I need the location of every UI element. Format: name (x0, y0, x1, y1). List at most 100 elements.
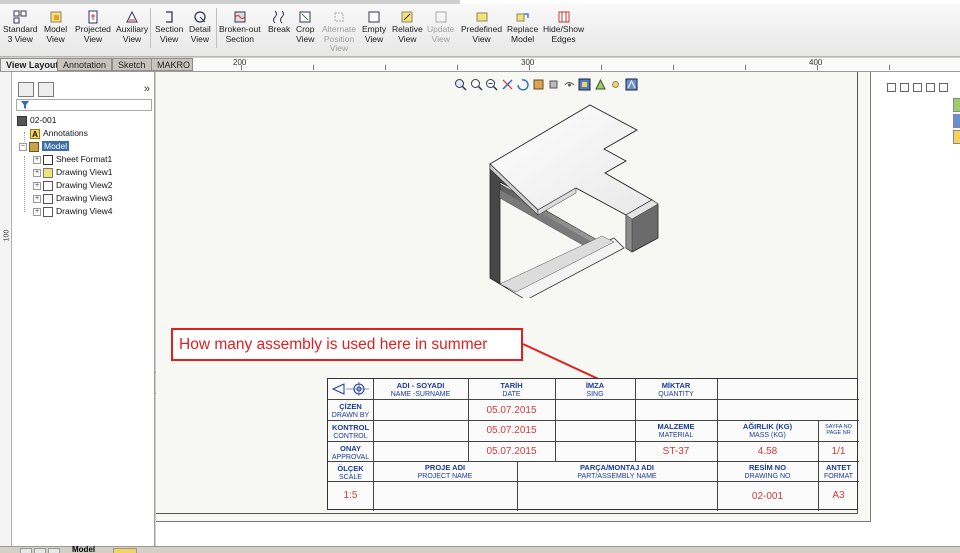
tile-icon[interactable] (887, 83, 896, 93)
rotate-view-icon[interactable] (516, 78, 529, 91)
label-line1: Model (44, 24, 68, 34)
feature-manager-tab-icon[interactable] (18, 82, 34, 97)
model-view-button[interactable]: Model View (44, 10, 67, 44)
label-line2: View (398, 33, 417, 44)
expand-icon[interactable]: + (33, 194, 41, 203)
file-explorer-tab-icon[interactable] (953, 130, 960, 144)
tree-filter-input[interactable] (16, 99, 152, 111)
tree-item-annotations[interactable]: A Annotations (30, 128, 88, 139)
tree-item-sheet-format1[interactable]: + Sheet Format1 (33, 154, 112, 165)
tree-root-drawing[interactable]: 02-001 (17, 115, 56, 126)
title-block: ADI - SOYADI NAME -SURNAME TARİH DATE İMZA… (327, 378, 859, 511)
page-label: SAYFA NO PAGE NR (825, 424, 852, 436)
quantity-header: MİKTAR QUANTITY (658, 381, 694, 398)
restore-icon[interactable] (926, 83, 935, 93)
zoom-to-fit-icon[interactable] (454, 78, 467, 91)
break-button[interactable]: Break (268, 10, 290, 35)
sign-header: İMZA SING (585, 381, 605, 398)
replace-model-button[interactable]: Replace Model (507, 10, 538, 44)
right-task-area (881, 72, 960, 553)
detail-view-button[interactable]: Detail View (189, 10, 211, 44)
tab-annotation[interactable]: Annotation (57, 58, 113, 71)
projected-view-button[interactable]: Projected View (75, 10, 111, 44)
drawn-date-value: 05.07.2015 (486, 405, 537, 416)
label-line1: Hide/Show (543, 24, 585, 34)
view-settings-icon[interactable] (625, 78, 638, 91)
property-manager-tab-icon[interactable] (38, 82, 54, 97)
tab-sketch[interactable]: Sketch (112, 58, 152, 71)
horizontal-ruler: 200 300 400 (192, 58, 960, 71)
break-icon (272, 10, 286, 24)
scale-value: 1:5 (343, 490, 358, 501)
control-label: KONTROL CONTROL (331, 423, 370, 440)
label-line2: View (364, 33, 384, 44)
zoom-in-out-icon[interactable] (485, 78, 498, 91)
view-orientation-icon[interactable] (532, 78, 545, 91)
drawing-canvas[interactable]: How many assembly is used here in summer (156, 72, 881, 546)
next-sheet-icon[interactable] (48, 548, 60, 553)
label-line1: Break (268, 24, 291, 34)
tree-item-label: Sheet Format1 (56, 154, 113, 164)
drawing-view-icon (43, 193, 53, 204)
predefined-view-button[interactable]: Predefined View (461, 10, 502, 44)
label-line1: Detail (189, 24, 211, 34)
lights-icon[interactable] (609, 78, 622, 91)
prev-sheet-icon[interactable] (34, 548, 46, 553)
predefined-view-icon (475, 10, 489, 24)
label-line1: Update (427, 24, 455, 34)
tree-item-drawing-view1[interactable]: + Drawing View1 (33, 167, 113, 178)
resources-tab-icon[interactable] (953, 98, 960, 112)
crop-view-button[interactable]: Crop View (296, 10, 314, 44)
tree-item-label: Drawing View3 (56, 193, 113, 203)
model-tab[interactable]: Model (72, 545, 95, 553)
page-value: 1/1 (831, 446, 846, 457)
appearance-icon[interactable] (578, 78, 591, 91)
display-style-icon[interactable] (547, 78, 560, 91)
expand-icon[interactable]: + (33, 168, 41, 177)
tab-view-layout[interactable]: View Layout (0, 58, 65, 71)
cascade-icon[interactable] (900, 83, 909, 93)
pan-icon[interactable] (501, 78, 514, 91)
isometric-part-model[interactable] (476, 98, 666, 298)
material-label: MALZEME MATERIAL (657, 422, 695, 439)
collapse-icon[interactable]: − (19, 142, 27, 151)
ruler-label: 400 (809, 58, 823, 67)
ruler-label: 300 (521, 58, 535, 67)
expand-icon[interactable]: + (33, 207, 41, 216)
approval-label: ONAY APPROVAL (331, 444, 370, 461)
sheet-tab-icon[interactable] (113, 548, 137, 553)
zoom-to-area-icon[interactable] (470, 78, 483, 91)
minimize-icon[interactable] (913, 83, 922, 93)
label-line1: Predefined (461, 24, 503, 34)
ruler-label: 200 (233, 58, 247, 67)
broken-out-section-button[interactable]: Broken-out Section (219, 10, 261, 44)
hide-show-edges-button[interactable]: Hide/Show Edges (543, 10, 584, 44)
update-view-button[interactable]: Update View (427, 10, 454, 44)
drawing-view-icon (43, 167, 53, 178)
tab-makro[interactable]: MAKRO (151, 58, 197, 71)
standard-3-view-button[interactable]: Standard 3 View (3, 10, 38, 44)
tree-item-drawing-view4[interactable]: + Drawing View4 (33, 206, 113, 217)
scale-label: ÖLÇEK SCALE (337, 464, 364, 481)
label-line1: Auxiliary (116, 24, 149, 34)
scene-icon[interactable] (594, 78, 607, 91)
tree-item-drawing-view2[interactable]: + Drawing View2 (33, 180, 113, 191)
standard-3-view-icon (13, 10, 27, 24)
close-icon[interactable] (939, 83, 948, 93)
label-line3: View (329, 43, 349, 53)
section-view-button[interactable]: Section View (155, 10, 183, 44)
auxiliary-view-button[interactable]: Auxiliary View (116, 10, 148, 44)
empty-view-button[interactable]: Empty View (362, 10, 386, 44)
label-line2: Edges (551, 33, 576, 44)
collapse-panel-icon[interactable]: » (144, 83, 150, 95)
expand-icon[interactable]: + (33, 155, 41, 164)
relative-view-button[interactable]: Relative View (392, 10, 423, 44)
design-library-tab-icon[interactable] (953, 114, 960, 128)
tree-item-drawing-view3[interactable]: + Drawing View3 (33, 193, 113, 204)
first-sheet-icon[interactable] (20, 548, 32, 553)
tree-item-model[interactable]: − Model (19, 141, 70, 152)
hide-show-items-icon[interactable] (563, 78, 576, 91)
alternate-position-view-button[interactable]: Alternate Position View (322, 10, 356, 54)
expand-icon[interactable]: + (33, 181, 41, 190)
label-line2: Position (323, 33, 355, 44)
